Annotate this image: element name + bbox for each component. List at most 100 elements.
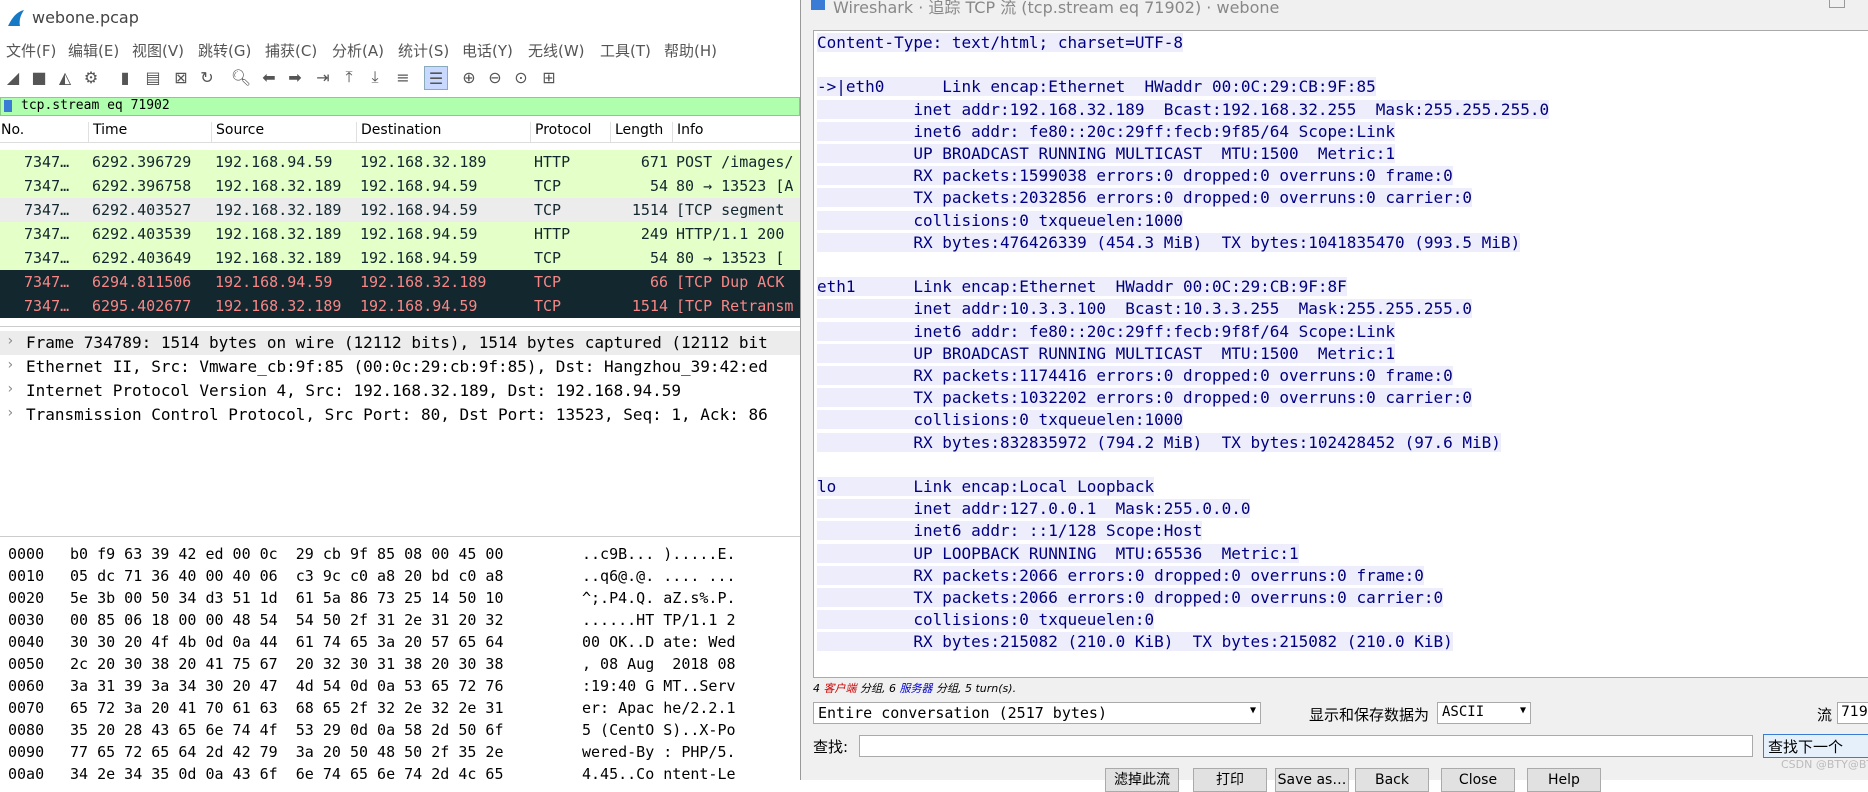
menu-wireless[interactable]: 无线(W) [528,40,585,61]
stream-line: ->|eth0 Link encap:Ethernet HWaddr 00:0C… [817,77,1376,97]
menu-view[interactable]: 视图(V) [132,40,184,61]
zoom-normal-icon[interactable]: ⊙ [510,66,532,88]
close-button[interactable]: Close [1441,768,1515,792]
bytes-row[interactable]: 0020 5e 3b 00 50 34 d3 51 1d 61 5a 86 73 … [0,587,800,609]
bytes-off: 0000 [8,545,45,563]
capture-options-icon[interactable]: ⚙ [80,66,102,88]
expand-arrow-icon[interactable]: › [6,405,14,421]
zoom-in-icon[interactable]: ⊕ [458,66,480,88]
stream-content[interactable]: Content-Type: text/html; charset=UTF-8 ->… [813,30,1868,678]
bytes-ascii: ..c9B... ).....E. [582,545,736,563]
packet-cell-len: 1514 [631,201,668,219]
menu-statistics[interactable]: 统计(S) [398,40,449,61]
bookmark-icon[interactable] [4,100,12,112]
find-input[interactable] [859,735,1753,757]
bytes-row[interactable]: 0040 30 30 20 4f 4b 0d 0a 44 61 74 65 3a … [0,631,800,653]
stop-capture-icon[interactable]: ■ [28,66,50,88]
expand-arrow-icon[interactable]: › [6,333,14,349]
packet-row[interactable]: 7347… 6295.402677 192.168.32.189 192.168.94… [0,294,800,318]
print-button[interactable]: 打印 [1193,768,1267,792]
client-label[interactable]: 客户端 [824,682,857,695]
reload-file-icon[interactable]: ↻ [196,66,218,88]
stream-line: inet6 addr: fe80::20c:29ff:fecb:9f8f/64 … [817,321,1395,341]
packet-row[interactable]: 7347… 6292.403527 192.168.32.189 192.168.94… [0,198,800,222]
menu-telephony[interactable]: 电话(Y) [462,40,513,61]
packet-cell-src: 192.168.32.189 [215,177,342,195]
find-packet-icon[interactable]: 🔍︎ [230,66,252,88]
bytes-hex: b0 f9 63 39 42 ed 00 0c 29 cb 9f 85 08 0… [70,545,504,563]
back-button[interactable]: Back [1355,768,1429,792]
menu-capture[interactable]: 捕获(C) [265,40,317,61]
help-button[interactable]: Help [1527,768,1601,792]
column-no[interactable]: No. [0,122,24,142]
close-file-icon[interactable]: ⊠ [170,66,192,88]
packet-row[interactable]: 7347… 6294.811506 192.168.94.59 192.168.32.… [0,270,800,294]
bytes-row[interactable]: 0080 35 20 28 43 65 6e 74 4f 53 29 0d 0a … [0,719,800,741]
packet-cell-src: 192.168.32.189 [215,297,342,315]
expand-arrow-icon[interactable]: › [6,357,14,373]
start-capture-icon[interactable]: ◢ [2,66,24,88]
column-source[interactable]: Source [211,122,264,142]
colorize-icon[interactable]: ☰ [424,66,448,90]
column-info[interactable]: Info [672,122,704,142]
menu-edit[interactable]: 编辑(E) [68,40,119,61]
column-time[interactable]: Time [88,122,127,142]
go-to-packet-icon[interactable]: ⇥ [312,66,334,88]
menu-file[interactable]: 文件(F) [6,40,56,61]
maximize-icon[interactable] [1829,0,1845,8]
column-length[interactable]: Length [610,122,663,142]
detail-row-tcp[interactable]: › Transmission Control Protocol, Src Por… [0,403,800,427]
expand-arrow-icon[interactable]: › [6,381,14,397]
display-filter-input[interactable]: tcp.stream eq 71902 [21,98,170,113]
server-label[interactable]: 服务器 [900,682,933,695]
zoom-out-icon[interactable]: ⊖ [484,66,506,88]
packet-row[interactable]: 7347… 6292.403649 192.168.32.189 192.168.94… [0,246,800,270]
save-as-button[interactable]: Save as… [1275,768,1349,792]
filter-out-stream-button[interactable]: 滤掉此流 [1105,768,1179,792]
save-file-icon[interactable]: ▤ [142,66,164,88]
packet-row[interactable]: 7347… 6292.396758 192.168.32.189 192.168.94… [0,174,800,198]
packet-row[interactable]: 7347… 6292.403539 192.168.32.189 192.168.94… [0,222,800,246]
resize-columns-icon[interactable]: ⊞ [538,66,560,88]
detail-row-frame[interactable]: › Frame 734789: 1514 bytes on wire (1211… [0,331,800,355]
stream-number-spinbox[interactable]: 71902 [1837,702,1868,724]
bytes-row[interactable]: 0060 3a 31 39 3a 34 30 20 47 4d 54 0d 0a … [0,675,800,697]
bytes-row[interactable]: 0010 05 dc 71 36 40 00 40 06 c3 9c c0 a8 … [0,565,800,587]
bytes-off: 0010 [8,567,45,585]
stream-line: UP BROADCAST RUNNING MULTICAST MTU:1500 … [817,144,1395,163]
bytes-hex: 00 85 06 18 00 00 48 54 54 50 2f 31 2e 3… [70,611,504,629]
bytes-row[interactable]: 0030 00 85 06 18 00 00 48 54 54 50 2f 31 … [0,609,800,631]
data-format-select[interactable]: ASCII ▼ [1437,702,1531,724]
packet-cell-dst: 192.168.32.189 [360,153,487,171]
menu-help[interactable]: 帮助(H) [664,40,717,61]
packet-bytes-pane[interactable]: 0000 b0 f9 63 39 42 ed 00 0c 29 cb 9f 85 … [0,536,800,780]
conversation-select[interactable]: Entire conversation (2517 bytes) ▼ [813,702,1261,724]
bytes-row[interactable]: 0050 2c 20 30 38 20 41 75 67 20 32 30 31 … [0,653,800,675]
display-filter-bar[interactable]: tcp.stream eq 71902 [0,97,800,116]
auto-scroll-icon[interactable]: ≡ [392,66,414,88]
stream-stats: 4 客户端 分组, 6 服务器 分组, 5 turn(s). [813,682,1017,695]
column-destination[interactable]: Destination [356,122,441,142]
menu-tools[interactable]: 工具(T) [600,40,651,61]
go-last-packet-icon[interactable]: ⤓ [364,66,386,88]
menu-analyze[interactable]: 分析(A) [332,40,384,61]
packet-row[interactable]: 7347… 6292.396729 192.168.94.59 192.168.32.… [0,150,800,174]
packet-details-pane[interactable]: › Frame 734789: 1514 bytes on wire (1211… [0,326,800,527]
detail-row-ethernet[interactable]: › Ethernet II, Src: Vmware_cb:9f:85 (00:… [0,355,800,379]
go-back-icon[interactable]: ⬅ [258,66,280,88]
restart-capture-icon[interactable]: ◭ [54,66,76,88]
column-protocol[interactable]: Protocol [530,122,591,142]
bytes-row[interactable]: 0070 65 72 3a 20 41 70 61 63 68 65 2f 32 … [0,697,800,719]
open-file-icon[interactable]: ▮ [114,66,136,88]
bytes-row[interactable]: 0000 b0 f9 63 39 42 ed 00 0c 29 cb 9f 85 … [0,543,800,565]
bytes-row[interactable]: 00a0 34 2e 34 35 0d 0a 43 6f 6e 74 65 6e … [0,763,800,780]
packet-list[interactable]: No. Time Source Destination Protocol Len… [0,120,800,323]
detail-row-ip[interactable]: › Internet Protocol Version 4, Src: 192.… [0,379,800,403]
go-forward-icon[interactable]: ➡ [284,66,306,88]
menu-go[interactable]: 跳转(G) [198,40,251,61]
go-first-packet-icon[interactable]: ⤒ [338,66,360,88]
find-next-button[interactable]: 查找下一个 [1763,734,1868,758]
bytes-row[interactable]: 0090 77 65 72 65 64 2d 42 79 3a 20 50 48 … [0,741,800,763]
bytes-off: 0090 [8,743,45,761]
stream-line: lo Link encap:Local Loopback [817,477,1155,496]
